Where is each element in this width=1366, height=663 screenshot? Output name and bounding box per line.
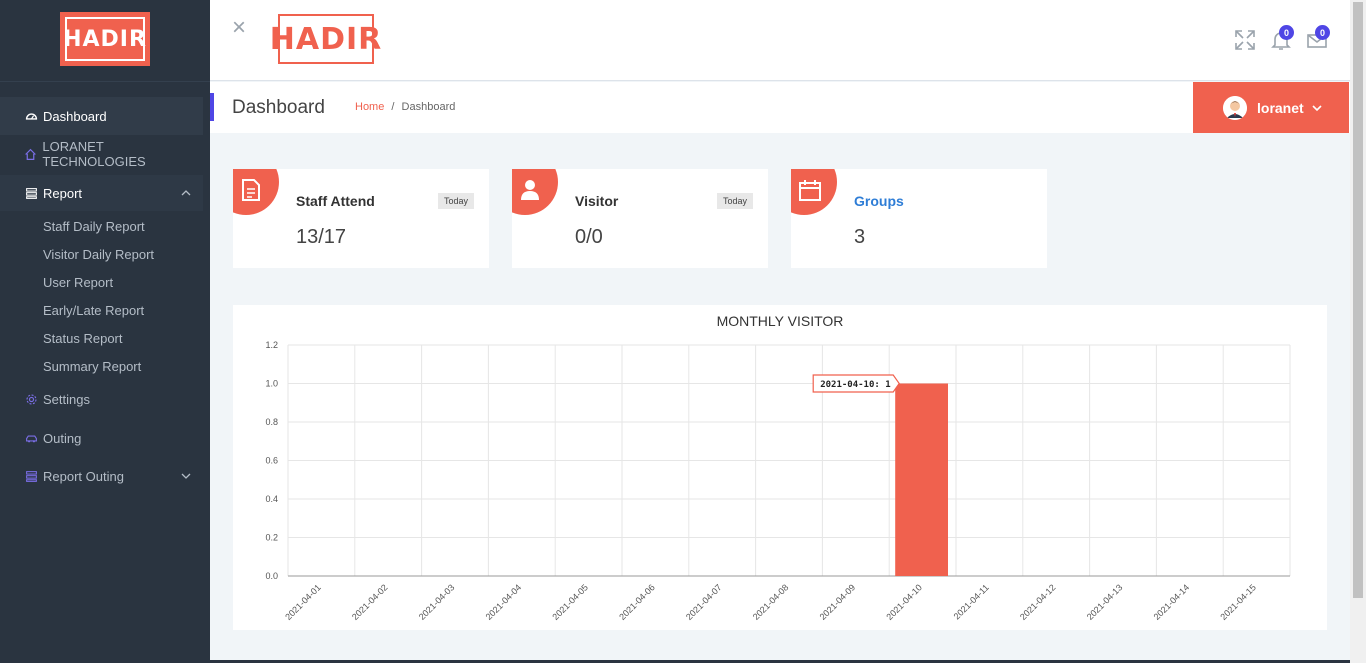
breadcrumb-separator: / [391,101,395,113]
page-title: Dashboard [232,97,325,118]
avatar [1223,95,1247,120]
y-tick-label: 0.2 [265,533,278,543]
x-tick-label: 2021-04-14 [1152,582,1192,622]
sidebar: HADIR Dashboard LORANET TECHNOLOGIES Rep… [0,0,210,663]
tooltip-text: 2021-04-10: 1 [820,380,890,390]
sidebar-item-label: Outing [43,430,82,446]
scrollbar[interactable] [1350,0,1366,663]
header-logo[interactable]: HADIR [270,14,381,64]
card-value: 13/17 [296,226,347,248]
sidebar-logo-area: HADIR [0,0,210,82]
calendar-icon [799,180,821,201]
breadcrumb-home-link[interactable]: Home [355,101,384,113]
x-tick-label: 2021-04-08 [751,582,791,622]
bar [895,383,948,576]
card-label: Visitor [575,193,619,209]
document-icon [242,179,260,201]
x-tick-label: 2021-04-07 [684,582,724,622]
y-tick-label: 0.0 [265,571,278,581]
user-icon [521,180,539,200]
x-tick-label: 2021-04-05 [550,582,590,622]
x-tick-label: 2021-04-10 [884,582,924,622]
list-icon [24,186,38,200]
chevron-down-icon [1312,104,1322,111]
x-tick-label: 2021-04-09 [818,582,858,622]
sidebar-subitem-visitor-daily-report[interactable]: Visitor Daily Report [43,247,154,262]
sidebar-item-settings[interactable]: Settings [0,389,203,409]
monthly-visitor-chart: 0.0 0.2 0.4 0.6 0.8 1.0 1.2 2021-04-01 2021-04-0… [265,340,1291,622]
y-tick-label: 0.8 [265,417,278,427]
user-menu-button[interactable]: loranet [1193,82,1349,133]
gear-icon [24,392,38,406]
x-tick-label: 2021-04-04 [484,582,524,622]
stat-card-staff-attend: Staff Attend Today 13/17 [233,169,489,268]
y-tick-label: 1.0 [265,379,278,389]
scrollbar-thumb[interactable] [1353,2,1363,598]
home-icon [24,147,37,161]
card-value: 0/0 [575,226,603,248]
x-tick-label: 2021-04-03 [417,582,457,622]
chevron-down-icon [181,473,191,479]
x-tick-label: 2021-04-01 [283,582,323,622]
groups-link[interactable]: Groups [854,193,904,209]
x-tick-label: 2021-04-02 [350,582,390,622]
topbar: × HADIR 0 0 [210,0,1350,81]
sidebar-item-label: LORANET TECHNOLOGIES [42,139,146,169]
chevron-up-icon [181,190,191,196]
x-tick-label: 2021-04-06 [617,582,657,622]
fullscreen-icon[interactable] [1233,28,1257,52]
notifications-badge: 0 [1279,25,1294,40]
sidebar-item-label: Dashboard [43,108,107,124]
monthly-visitor-chart-card: MONTHLY VISITOR 0.0 0.2 0.4 0.6 0.8 1.0 1.2 202… [233,305,1327,630]
sidebar-item-outing[interactable]: Outing [0,428,203,448]
x-tick-label: 2021-04-13 [1085,582,1125,622]
breadcrumb: Home / Dashboard [355,101,455,113]
x-tick-label: 2021-04-12 [1018,582,1058,622]
car-icon [24,431,38,445]
card-value: 3 [854,226,866,248]
sidebar-item-label: Report [43,185,83,201]
sidebar-item-dashboard[interactable]: Dashboard [0,97,203,135]
sidebar-subitem-summary-report[interactable]: Summary Report [43,359,141,374]
dashboard-icon [24,109,38,123]
sidebar-logo[interactable]: HADIR [60,12,150,66]
close-sidebar-button[interactable]: × [232,14,246,42]
sidebar-item-loranet[interactable]: LORANET TECHNOLOGIES [0,139,203,169]
sidebar-subitem-staff-daily-report[interactable]: Staff Daily Report [43,219,145,234]
card-period-tag: Today [437,193,474,209]
y-tick-label: 0.4 [265,494,278,504]
stat-card-groups: Groups 3 [791,169,1047,268]
header-accent-bar [210,93,214,121]
x-tick-label: 2021-04-15 [1218,582,1258,622]
sidebar-subitem-early-late-report[interactable]: Early/Late Report [43,303,144,318]
list-icon [24,469,38,483]
sidebar-item-report-outing[interactable]: Report Outing [0,466,203,486]
sidebar-subitem-user-report[interactable]: User Report [43,275,113,290]
sidebar-item-label: Settings [43,391,90,407]
x-tick-label: 2021-04-11 [952,582,991,621]
sidebar-item-label: Report Outing [43,468,124,484]
sidebar-subitem-status-report[interactable]: Status Report [43,331,123,346]
stat-card-visitor: Visitor Today 0/0 [512,169,768,268]
breadcrumb-current: Dashboard [401,101,456,113]
sidebar-item-report[interactable]: Report [0,175,203,211]
card-period-tag: Today [716,193,753,209]
y-tick-label: 0.6 [265,456,278,466]
page-header: Dashboard Home / Dashboard [210,82,1350,133]
user-name: loranet [1257,99,1304,116]
card-label: Staff Attend [296,193,375,209]
messages-badge: 0 [1315,25,1330,40]
y-tick-label: 1.2 [265,340,278,350]
